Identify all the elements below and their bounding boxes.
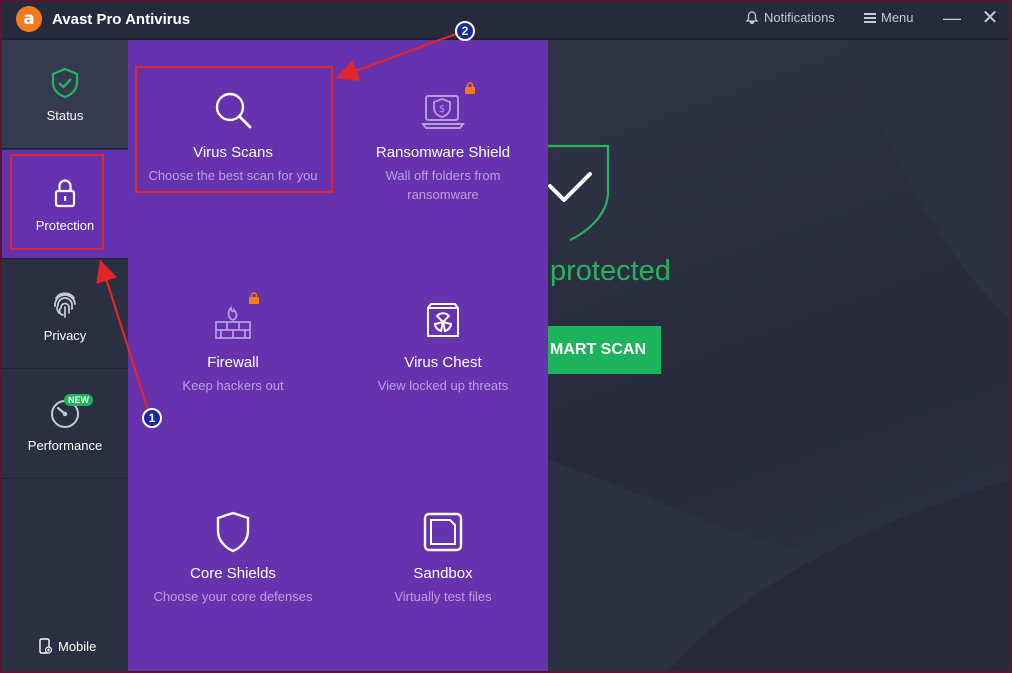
tile-subtitle: Keep hackers out (182, 378, 284, 393)
tile-sandbox[interactable]: Sandbox Virtually test files (338, 509, 548, 606)
tile-virus-chest[interactable]: Virus Chest View locked up threats (338, 298, 548, 395)
mobile-phone-icon (39, 638, 52, 654)
sidebar-item-performance[interactable]: Performance (2, 370, 128, 479)
sidebar-item-protection[interactable]: Protection (2, 150, 128, 259)
tile-subtitle: Choose your core defenses (153, 589, 313, 604)
smart-scan-button[interactable]: MART SCAN (548, 326, 661, 374)
sidebar-item-label: Protection (35, 218, 95, 233)
sidebar-item-privacy[interactable]: Privacy (2, 260, 128, 369)
tile-core-shields[interactable]: Core Shields Choose your core defenses (128, 509, 338, 606)
lock-icon (54, 179, 76, 208)
app-title: Avast Pro Antivirus (52, 11, 191, 28)
tile-ransomware-shield[interactable]: $ Ransomware Shield Wall off folders fro… (338, 82, 548, 204)
tile-title: Sandbox (413, 565, 473, 582)
main-status-area: protected MART SCAN (548, 40, 1010, 671)
tile-subtitle: Wall off folders from ransomware (385, 168, 501, 202)
fingerprint-icon (54, 292, 76, 318)
premium-lock-icon (465, 82, 475, 94)
tile-subtitle: View locked up threats (377, 378, 509, 393)
tile-title: Virus Chest (404, 354, 482, 371)
virus-chest-icon (427, 303, 459, 337)
shield-check-icon (51, 67, 79, 99)
bell-icon (745, 10, 759, 24)
big-shield-icon (548, 144, 610, 241)
sidebar-item-label: Performance (27, 438, 103, 453)
tile-firewall[interactable]: Firewall Keep hackers out (128, 292, 338, 395)
mobile-button[interactable]: Mobile (38, 638, 96, 654)
menu-label: Menu (881, 10, 914, 25)
sidebar-item-label: Privacy (43, 328, 87, 343)
mobile-label: Mobile (58, 638, 97, 654)
minimize-button[interactable]: — (940, 6, 964, 30)
tile-virus-scans[interactable]: Virus Scans Choose the best scan for you (128, 88, 338, 185)
sidebar-item-label: Status (46, 108, 84, 123)
menu-button[interactable]: Menu (864, 10, 914, 25)
sandbox-icon (423, 512, 463, 552)
ransomware-shield-icon: $ (421, 95, 465, 129)
hamburger-icon (864, 12, 876, 23)
new-badge: NEW (64, 394, 93, 406)
svg-text:$: $ (439, 104, 445, 115)
protection-panel: Virus Scans Choose the best scan for you… (128, 40, 548, 671)
firewall-icon (215, 305, 251, 339)
tile-title: Virus Scans (193, 144, 273, 161)
tile-title: Core Shields (190, 565, 276, 582)
close-button[interactable]: ✕ (978, 6, 1002, 30)
tile-subtitle: Choose the best scan for you (148, 168, 318, 183)
tile-title: Firewall (207, 354, 259, 371)
title-bar: a Avast Pro Antivirus Notifications Menu… (0, 0, 1012, 38)
sidebar: Status Protection Privacy Performance NE… (2, 40, 128, 671)
tile-title: Ransomware Shield (375, 144, 511, 161)
notifications-label: Notifications (764, 10, 835, 25)
tile-subtitle: Virtually test files (394, 589, 492, 604)
core-shield-icon (216, 511, 250, 553)
notifications-button[interactable]: Notifications (745, 10, 835, 25)
avast-logo-icon: a (16, 6, 42, 32)
premium-lock-icon (249, 292, 259, 304)
magnifier-icon (215, 92, 252, 129)
sidebar-item-status[interactable]: Status (2, 40, 128, 149)
protection-status-text: protected (550, 255, 671, 287)
